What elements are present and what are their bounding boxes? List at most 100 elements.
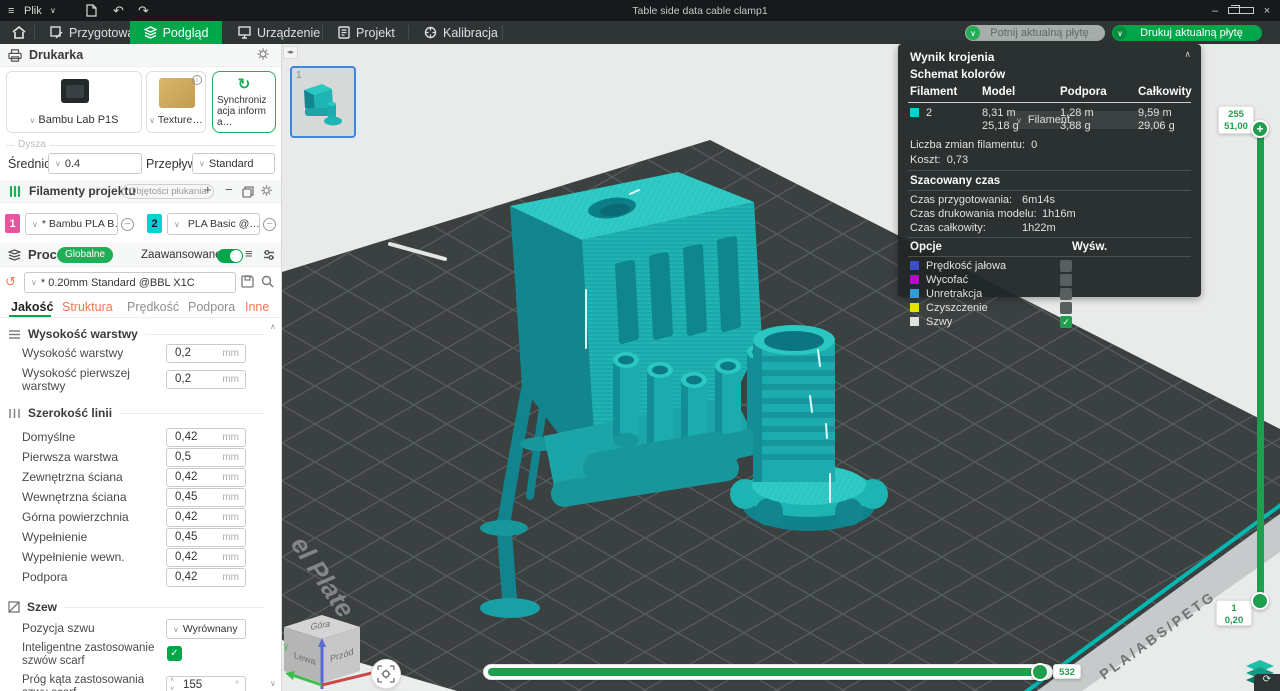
capture-view-button[interactable] xyxy=(371,659,401,689)
scarf-seam-checkbox[interactable]: ✓ xyxy=(167,646,182,661)
filament-2-select[interactable]: ∨ PLA Basic @… xyxy=(167,213,260,235)
setting-input[interactable]: 0,42mm xyxy=(166,468,246,487)
tune-params-icon[interactable] xyxy=(263,248,275,266)
setting-label: Górna powierzchnia xyxy=(22,511,129,524)
color-scheme-label: Schemat kolorów xyxy=(910,69,1005,81)
home-button[interactable] xyxy=(2,21,36,44)
setting-input[interactable]: 0,42mm xyxy=(166,568,246,587)
filament-2-remove-icon[interactable]: − xyxy=(263,218,276,231)
option-swatch xyxy=(910,317,919,326)
flow-select[interactable]: ∨Standard xyxy=(192,153,275,174)
settings-scroll-up[interactable]: ∧ xyxy=(270,322,276,331)
printer-image xyxy=(61,79,89,103)
scarf-angle-spinner[interactable]: ∧∨ 155 ° xyxy=(166,676,246,691)
setting-input[interactable]: 0,45mm xyxy=(166,488,246,507)
new-file-icon[interactable] xyxy=(86,0,97,21)
tab-structure[interactable]: Struktura xyxy=(62,300,113,314)
layer-slider-top-handle[interactable]: + xyxy=(1251,120,1269,138)
line-width-icon xyxy=(8,408,21,419)
print-plate-button[interactable]: ∨ Drukuj aktualną płytę xyxy=(1112,25,1262,41)
restore-button[interactable] xyxy=(1228,5,1254,17)
option-checkbox[interactable]: ✓ xyxy=(1060,316,1072,328)
settings-scroll-down[interactable]: ∨ xyxy=(270,679,276,688)
preset-select[interactable]: ∨* 0.20mm Standard @BBL X1C xyxy=(24,272,236,293)
search-preset-icon[interactable] xyxy=(261,275,274,293)
setting-input[interactable]: 0,2mm xyxy=(166,370,246,389)
preset-list-icon[interactable]: ≡ xyxy=(245,246,253,261)
filament-1-remove-icon[interactable]: − xyxy=(121,218,134,231)
option-checkbox[interactable] xyxy=(1060,274,1072,286)
option-checkbox[interactable] xyxy=(1060,288,1072,300)
option-checkbox[interactable] xyxy=(1060,260,1072,272)
plate-info-icon[interactable]: i xyxy=(192,75,202,85)
tab-other[interactable]: Inne xyxy=(245,300,269,314)
plate-type-name[interactable]: Texture… xyxy=(158,114,203,126)
file-menu-chevron-icon[interactable]: ∨ xyxy=(50,0,56,21)
setting-label: Pierwsza warstwa xyxy=(22,451,118,464)
diameter-select[interactable]: ∨0.4 xyxy=(48,153,142,174)
printer-name[interactable]: Bambu Lab P1S xyxy=(38,114,118,126)
step-slider-track[interactable] xyxy=(483,664,1053,680)
filament-2-badge[interactable]: 2 xyxy=(147,214,162,233)
printer-card[interactable]: ∨ Bambu Lab P1S xyxy=(6,71,142,133)
advanced-toggle[interactable] xyxy=(217,249,243,263)
tab-device[interactable]: Urządzenie xyxy=(228,21,330,44)
setting-label: Wypełnienie xyxy=(22,531,87,544)
filament-icon xyxy=(8,185,22,198)
slice-plate-button[interactable]: ∨ Potnij aktualną płytę xyxy=(965,25,1105,41)
tab-quality[interactable]: Jakość xyxy=(11,300,53,314)
file-menu[interactable]: Plik xyxy=(24,0,42,21)
scope-global[interactable]: Globalne xyxy=(57,247,113,263)
slice-dropdown-icon[interactable]: ∨ xyxy=(966,26,980,40)
option-row: Wycofać xyxy=(910,274,1191,286)
close-button[interactable]: × xyxy=(1254,5,1280,17)
step-slider-handle[interactable] xyxy=(1031,663,1049,681)
plate-type-card[interactable]: i ∨ Texture… xyxy=(146,71,206,133)
setting-input[interactable]: 0,5mm xyxy=(166,448,246,467)
estimated-time-title: Szacowany czas xyxy=(910,175,1191,187)
edit-filaments-icon[interactable] xyxy=(242,185,254,203)
sync-printer-button[interactable]: ↻ Synchronizacja informa… xyxy=(212,71,276,133)
sync-icon: ↻ xyxy=(213,75,275,93)
remove-filament-icon[interactable]: − xyxy=(225,182,233,197)
tab-speed[interactable]: Prędkość xyxy=(127,300,179,314)
redo-icon[interactable]: ↷ xyxy=(138,0,149,21)
reset-view-icon[interactable]: ⟳ xyxy=(1254,674,1280,691)
sidebar-collapse-icon[interactable]: ◂▸ xyxy=(283,46,298,59)
tab-support[interactable]: Podpora xyxy=(188,300,235,314)
tab-calibration[interactable]: Kalibracja xyxy=(414,21,508,44)
print-dropdown-icon[interactable]: ∨ xyxy=(1113,26,1127,40)
setting-input[interactable]: 0,42mm xyxy=(166,548,246,567)
filament-1-select[interactable]: ∨* Bambu PLA B… xyxy=(25,213,118,235)
setting-label: Domyślne xyxy=(22,431,75,444)
tab-preview[interactable]: Podgląd xyxy=(130,21,222,44)
plate-thumbnail[interactable]: 1 xyxy=(290,66,356,138)
filament-1-badge[interactable]: 1 xyxy=(5,214,20,233)
layer-slider-bottom-handle[interactable] xyxy=(1251,592,1269,610)
setting-input[interactable]: 0,42mm xyxy=(166,508,246,527)
layer-slider-track[interactable] xyxy=(1257,122,1264,610)
titlebar: ≡ Plik ∨ ↶ ↷ Table side data cable clamp… xyxy=(0,0,1280,21)
flush-volumes-button[interactable]: Objętości płukania xyxy=(122,184,214,199)
filaments-section-title: Filamenty projektu xyxy=(29,184,136,198)
step-slider-value: 532 xyxy=(1053,664,1081,679)
setting-input[interactable]: 0,45mm xyxy=(166,528,246,547)
tab-project[interactable]: Projekt xyxy=(328,21,405,44)
setting-input[interactable]: 0,2mm xyxy=(166,344,246,363)
setting-input[interactable]: 0,42mm xyxy=(166,428,246,447)
save-preset-icon[interactable] xyxy=(241,275,254,293)
filament-color-swatch xyxy=(910,108,919,117)
option-checkbox[interactable] xyxy=(1060,302,1072,314)
reset-preset-icon[interactable]: ↺ xyxy=(5,274,16,290)
plate-texture-image xyxy=(159,78,195,108)
hamburger-menu-icon[interactable]: ≡ xyxy=(8,0,14,21)
printer-settings-gear-icon[interactable] xyxy=(256,47,270,66)
filament-settings-gear-icon[interactable] xyxy=(260,184,273,202)
project-icon xyxy=(338,26,350,39)
add-filament-icon[interactable]: + xyxy=(204,182,212,197)
minimize-button[interactable]: – xyxy=(1202,5,1228,17)
advanced-label: Zaawansowane xyxy=(141,249,222,261)
collapse-panel-icon[interactable]: ∧ xyxy=(1184,49,1191,60)
seam-position-select[interactable]: ∨Wyrównany xyxy=(166,619,246,639)
undo-icon[interactable]: ↶ xyxy=(113,0,124,21)
